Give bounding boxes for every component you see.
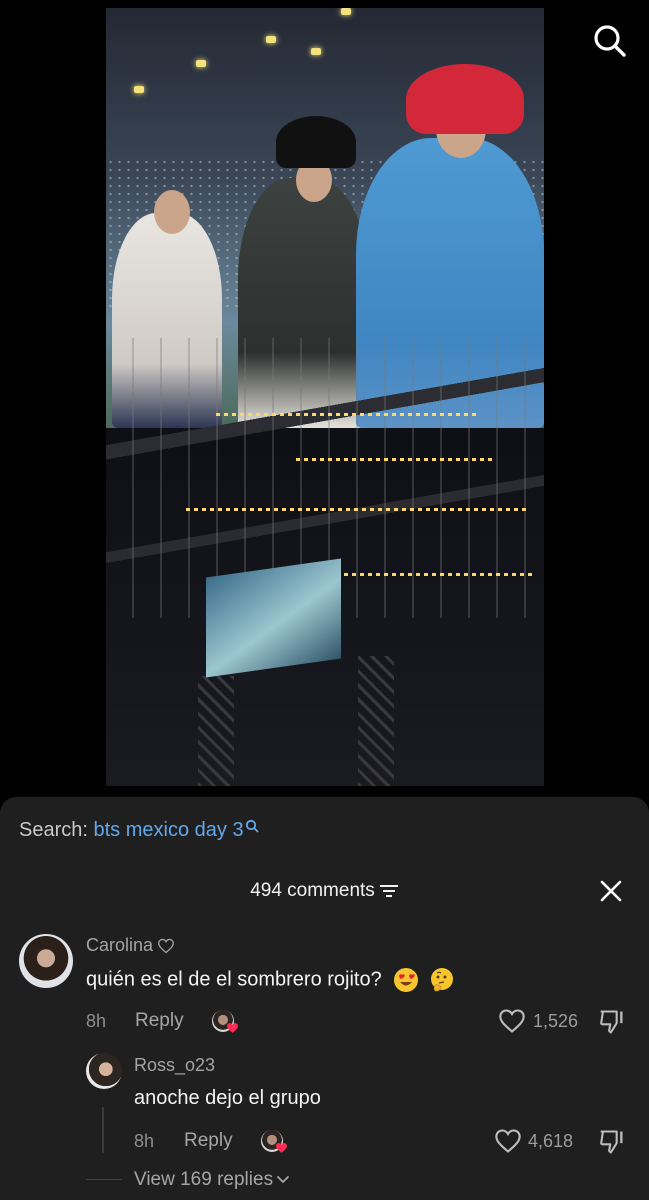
thread-connector: [102, 1107, 104, 1153]
search-icon: [245, 819, 258, 833]
avatar[interactable]: [86, 1053, 122, 1089]
reply-button[interactable]: Reply: [135, 1010, 184, 1032]
divider: [86, 1179, 122, 1180]
performer-head: [154, 190, 190, 234]
like-heart-icon[interactable]: [494, 1128, 522, 1154]
reply-text: anoche dejo el grupo: [134, 1087, 321, 1109]
heart-filled-icon: [227, 1023, 238, 1033]
sort-filter-icon[interactable]: [379, 883, 399, 899]
heart-outline-icon: [158, 939, 174, 954]
avatar[interactable]: [19, 934, 73, 988]
search-prefix: Search:: [19, 819, 88, 841]
video-player[interactable]: [0, 0, 649, 800]
red-cowboy-hat: [406, 64, 524, 134]
light-tower: [358, 656, 394, 786]
thumbs-down-icon[interactable]: [598, 1128, 626, 1156]
like-count: 4,618: [528, 1131, 574, 1151]
view-replies-button[interactable]: View 169 replies: [134, 1169, 290, 1191]
comments-panel: Search: bts mexico day 3 494 comments Ca…: [0, 797, 649, 1200]
truss-lights: [186, 508, 526, 511]
stage-light: [196, 60, 206, 67]
stage-light: [311, 48, 321, 55]
chevron-down-icon: [277, 1176, 289, 1184]
truss-lights: [216, 413, 476, 416]
thinking-face-emoji: [430, 968, 453, 992]
search-query-link[interactable]: bts mexico day 3: [94, 819, 244, 841]
heart-filled-icon: [276, 1143, 287, 1153]
light-tower: [198, 676, 234, 786]
comment-body: quién es el de el sombrero rojito?: [86, 967, 455, 993]
like-heart-icon[interactable]: [498, 1008, 526, 1034]
comments-header: 494 comments: [0, 880, 649, 902]
truss-lights: [336, 573, 536, 576]
like-count: 1,526: [533, 1011, 579, 1031]
view-replies-label[interactable]: View 169 replies: [134, 1169, 273, 1190]
stage-light: [266, 36, 276, 43]
search-icon[interactable]: [591, 22, 629, 60]
comment-text: quién es el de el sombrero rojito?: [86, 968, 382, 991]
comment-timestamp: 8h: [86, 1011, 107, 1031]
close-icon[interactable]: [599, 879, 623, 903]
truss-lights: [296, 458, 496, 461]
black-hat: [276, 116, 356, 168]
stage-light: [341, 8, 351, 15]
related-search[interactable]: Search: bts mexico day 3: [19, 819, 259, 842]
username-text[interactable]: Carolina: [86, 935, 153, 955]
reply-username[interactable]: Ross_o23: [134, 1055, 215, 1076]
reply-timestamp: 8h: [134, 1131, 155, 1151]
stage-side-screen: [206, 558, 341, 678]
concert-video-frame[interactable]: [106, 8, 544, 786]
reply-button[interactable]: Reply: [184, 1130, 233, 1152]
comment-username[interactable]: Carolina: [86, 935, 175, 956]
thumbs-down-icon[interactable]: [598, 1008, 626, 1036]
comments-count: 494 comments: [250, 880, 375, 901]
stage-light: [134, 86, 144, 93]
heart-eyes-emoji: [394, 968, 419, 992]
